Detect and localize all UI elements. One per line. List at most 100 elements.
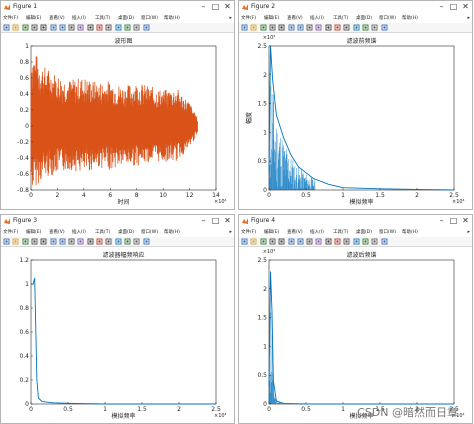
pan-icon[interactable]	[68, 24, 75, 31]
new-figure-icon[interactable]	[241, 238, 248, 245]
show-plot-tools-icon[interactable]	[143, 24, 150, 31]
menu-item[interactable]: 窗口(W)	[141, 228, 158, 237]
open-icon[interactable]	[250, 24, 257, 31]
legend-icon[interactable]	[362, 24, 369, 31]
hide-plot-tools-icon[interactable]	[133, 238, 140, 245]
legend-icon[interactable]	[124, 238, 131, 245]
colorbar-icon[interactable]	[115, 24, 122, 31]
axes[interactable]: 2.521.510.500 0.5 1 1.5 2 2.5滤波前频谱模拟频率幅度×10⁴×…	[239, 33, 472, 210]
menu-item[interactable]: 编辑(E)	[26, 14, 41, 23]
new-figure-icon[interactable]	[241, 24, 248, 31]
colorbar-icon[interactable]	[353, 238, 360, 245]
menu-item[interactable]: 插入(I)	[72, 14, 86, 23]
triangle-right-icon[interactable]: ▸	[467, 228, 470, 237]
menu-item[interactable]: 窗口(W)	[379, 228, 396, 237]
menu-item[interactable]: 工具(T)	[95, 228, 110, 237]
pointer-icon[interactable]	[278, 238, 285, 245]
menu-item[interactable]: 编辑(E)	[26, 228, 41, 237]
menu-item[interactable]: 桌面(D)	[356, 228, 372, 237]
close-button[interactable]: ✕	[221, 1, 234, 14]
print-icon[interactable]	[31, 238, 38, 245]
zoom-in-icon[interactable]	[288, 24, 295, 31]
rotate-icon[interactable]	[77, 24, 84, 31]
show-plot-tools-icon[interactable]	[381, 238, 388, 245]
menu-item[interactable]: 工具(T)	[333, 14, 348, 23]
menu-item[interactable]: 窗口(W)	[379, 14, 396, 23]
triangle-right-icon[interactable]: ▸	[229, 228, 232, 237]
menu-item[interactable]: 文件(F)	[241, 228, 256, 237]
save-icon[interactable]	[260, 238, 267, 245]
data-cursor-icon[interactable]	[87, 238, 94, 245]
show-plot-tools-icon[interactable]	[381, 24, 388, 31]
menu-item[interactable]: 插入(I)	[310, 228, 324, 237]
brush-icon[interactable]	[334, 238, 341, 245]
link-icon[interactable]	[343, 24, 350, 31]
print-icon[interactable]	[269, 24, 276, 31]
data-cursor-icon[interactable]	[325, 238, 332, 245]
open-icon[interactable]	[12, 238, 19, 245]
menu-item[interactable]: 插入(I)	[310, 14, 324, 23]
menu-item[interactable]: 编辑(E)	[264, 14, 279, 23]
menu-item[interactable]: 查看(V)	[49, 14, 65, 23]
brush-icon[interactable]	[96, 24, 103, 31]
open-icon[interactable]	[12, 24, 19, 31]
open-icon[interactable]	[250, 238, 257, 245]
save-icon[interactable]	[260, 24, 267, 31]
save-icon[interactable]	[22, 24, 29, 31]
link-icon[interactable]	[105, 238, 112, 245]
hide-plot-tools-icon[interactable]	[371, 238, 378, 245]
menu-item[interactable]: 文件(F)	[241, 14, 256, 23]
pan-icon[interactable]	[306, 238, 313, 245]
pan-icon[interactable]	[68, 238, 75, 245]
menu-item[interactable]: 文件(F)	[3, 14, 18, 23]
colorbar-icon[interactable]	[115, 238, 122, 245]
pointer-icon[interactable]	[40, 238, 47, 245]
new-figure-icon[interactable]	[3, 24, 10, 31]
menu-item[interactable]: 帮助(H)	[402, 14, 418, 23]
show-plot-tools-icon[interactable]	[143, 238, 150, 245]
axes[interactable]: 10.80.60.40.20-0.2-0.4-0.6-0.80 2 4 6 8 10 12 1…	[1, 33, 234, 210]
menu-item[interactable]: 文件(F)	[3, 228, 18, 237]
close-button[interactable]: ✕	[459, 215, 472, 228]
legend-icon[interactable]	[362, 238, 369, 245]
zoom-in-icon[interactable]	[288, 238, 295, 245]
menu-item[interactable]: 插入(I)	[72, 228, 86, 237]
menu-item[interactable]: 查看(V)	[287, 14, 303, 23]
link-icon[interactable]	[343, 238, 350, 245]
brush-icon[interactable]	[334, 24, 341, 31]
zoom-out-icon[interactable]	[297, 238, 304, 245]
menu-item[interactable]: 工具(T)	[333, 228, 348, 237]
zoom-out-icon[interactable]	[59, 238, 66, 245]
data-cursor-icon[interactable]	[87, 24, 94, 31]
menu-item[interactable]: 查看(V)	[287, 228, 303, 237]
menu-item[interactable]: 桌面(D)	[356, 14, 372, 23]
print-icon[interactable]	[269, 238, 276, 245]
triangle-right-icon[interactable]: ▸	[467, 14, 470, 23]
menu-item[interactable]: 工具(T)	[95, 14, 110, 23]
zoom-out-icon[interactable]	[59, 24, 66, 31]
menu-item[interactable]: 桌面(D)	[118, 14, 134, 23]
menu-item[interactable]: 编辑(E)	[264, 228, 279, 237]
brush-icon[interactable]	[96, 238, 103, 245]
menu-item[interactable]: 窗口(W)	[141, 14, 158, 23]
legend-icon[interactable]	[124, 24, 131, 31]
close-button[interactable]: ✕	[221, 215, 234, 228]
zoom-in-icon[interactable]	[50, 238, 57, 245]
menu-item[interactable]: 帮助(H)	[402, 228, 418, 237]
pointer-icon[interactable]	[278, 24, 285, 31]
zoom-out-icon[interactable]	[297, 24, 304, 31]
hide-plot-tools-icon[interactable]	[133, 24, 140, 31]
rotate-icon[interactable]	[315, 238, 322, 245]
zoom-in-icon[interactable]	[50, 24, 57, 31]
menu-item[interactable]: 帮助(H)	[164, 228, 180, 237]
rotate-icon[interactable]	[315, 24, 322, 31]
data-cursor-icon[interactable]	[325, 24, 332, 31]
rotate-icon[interactable]	[77, 238, 84, 245]
axes[interactable]: 1.210.80.60.40.200 0.5 1 1.5 2 2.5滤波器幅频响应模拟频率…	[1, 247, 234, 424]
menu-item[interactable]: 桌面(D)	[118, 228, 134, 237]
pan-icon[interactable]	[306, 24, 313, 31]
axes[interactable]: 2.521.510.500 0.5 1 1.5 2 2.5滤波后频谱模拟频率 ×10⁴×10…	[239, 247, 472, 424]
save-icon[interactable]	[22, 238, 29, 245]
triangle-right-icon[interactable]: ▸	[229, 14, 232, 23]
colorbar-icon[interactable]	[353, 24, 360, 31]
